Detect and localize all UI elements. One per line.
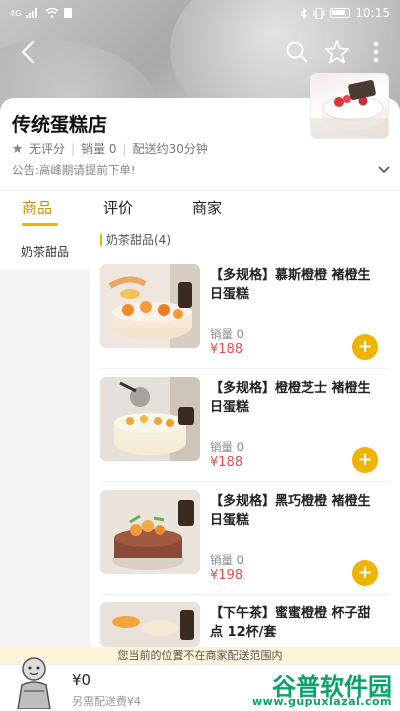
product-item[interactable]: 【多规格】橙橙芝士 褚橙生日蛋糕 销量 0 ¥188 + <box>100 377 390 477</box>
product-image <box>100 264 200 348</box>
status-time: 10:15 <box>355 6 390 20</box>
add-to-cart-button[interactable]: + <box>352 334 378 360</box>
product-image <box>100 490 200 574</box>
product-image <box>100 377 200 461</box>
product-name: 【多规格】黑巧橙橙 褚橙生日蛋糕 <box>210 494 371 528</box>
product-name: 【下午茶】蜜蜜橙橙 杯子甜点 12杯/套 <box>210 606 371 640</box>
network-label: 4G <box>10 8 22 18</box>
category-sidebar: 奶茶甜品 <box>0 232 90 652</box>
tab-products[interactable]: 商品 <box>22 197 52 218</box>
chevron-down-icon <box>378 166 390 174</box>
cart-bar: ¥0 另需配送费¥4 谷普软件园 www.gupuxlazal.com <box>0 657 400 711</box>
product-image <box>100 602 200 647</box>
top-nav-bar <box>0 30 400 74</box>
tab-merchant[interactable]: 商家 <box>192 197 222 218</box>
product-sales: 销量 0 <box>210 327 244 341</box>
list-divider <box>100 368 390 369</box>
add-to-cart-button[interactable]: + <box>352 447 378 473</box>
delivery-fee: 另需配送费¥4 <box>72 695 141 708</box>
watermark-url: www.gupuxlazal.com <box>252 695 392 708</box>
shop-name: 传统蛋糕店 <box>12 114 108 136</box>
shop-rating: 无评分 <box>29 142 66 156</box>
product-sales: 销量 0 <box>210 553 244 567</box>
shop-sales: 销量 0 <box>81 142 117 156</box>
more-vertical-icon <box>373 41 379 63</box>
chevron-left-icon <box>21 40 35 64</box>
category-item-dessert[interactable]: 奶茶甜品 <box>0 232 90 270</box>
product-sales: 销量 0 <box>210 440 244 454</box>
shop-tabs: 商品 评价 商家 <box>0 190 400 232</box>
back-button[interactable] <box>12 36 44 68</box>
product-item[interactable]: 【多规格】黑巧橙橙 褚橙生日蛋糕 销量 0 ¥198 + <box>100 490 390 590</box>
product-name: 【多规格】慕斯橙橙 褚橙生日蛋糕 <box>210 268 371 302</box>
battery-icon <box>330 8 351 18</box>
product-price: ¥198 <box>210 568 244 583</box>
product-item[interactable]: 【多规格】慕斯橙橙 褚橙生日蛋糕 销量 0 ¥188 + <box>100 264 390 364</box>
list-divider <box>100 594 390 595</box>
active-tab-indicator <box>22 223 58 226</box>
product-price: ¥188 <box>210 455 244 470</box>
cart-total: ¥0 <box>72 671 92 689</box>
signal-icon <box>26 8 38 18</box>
star-icon <box>325 40 349 64</box>
more-button[interactable] <box>360 36 392 68</box>
bluetooth-icon <box>300 7 308 19</box>
shop-meta-row: 无评分 | 销量 0 | 配送约30分钟 <box>12 140 208 157</box>
add-to-cart-button[interactable]: + <box>352 560 378 586</box>
star-icon <box>12 143 23 153</box>
shop-notice[interactable]: 公告:高峰期请提前下单! <box>12 162 390 178</box>
favorite-button[interactable] <box>321 36 353 68</box>
status-bar: 4G 10:15 <box>0 0 400 26</box>
product-name: 【多规格】橙橙芝士 褚橙生日蛋糕 <box>210 381 371 415</box>
notification-icon <box>64 8 73 18</box>
shop-delivery-time: 配送约30分钟 <box>132 142 208 156</box>
notice-text: 公告:高峰期请提前下单! <box>12 163 136 177</box>
shop-logo-image <box>310 73 389 139</box>
section-title: 奶茶甜品(4) <box>100 234 171 246</box>
search-button[interactable] <box>281 36 313 68</box>
list-divider <box>100 481 390 482</box>
product-price: ¥188 <box>210 342 244 357</box>
tab-reviews[interactable]: 评价 <box>103 197 133 218</box>
wifi-icon <box>45 8 59 18</box>
delivery-range-tip: 您当前的位置不在商家配送范围内 <box>0 647 400 664</box>
cart-icon[interactable] <box>10 653 58 710</box>
product-item[interactable]: 【下午茶】蜜蜜橙橙 杯子甜点 12杯/套 <box>100 602 390 647</box>
search-icon <box>286 41 308 63</box>
vibrate-icon <box>313 7 326 19</box>
